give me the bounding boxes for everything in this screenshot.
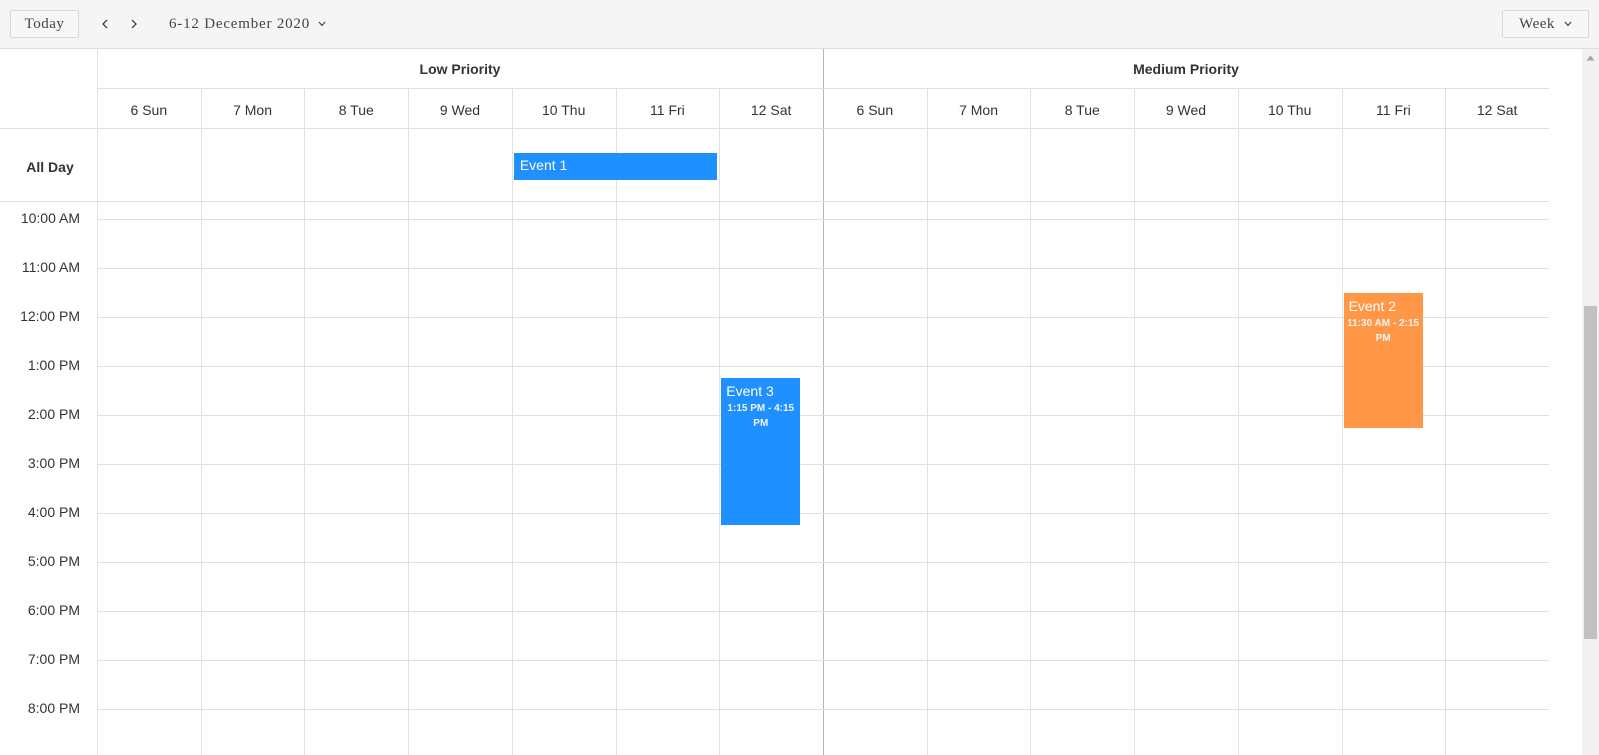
- time-label: 4:00 PM: [27, 504, 80, 520]
- day-header[interactable]: 8 Tue: [304, 89, 408, 130]
- view-switcher-dropdown[interactable]: Week: [1502, 10, 1589, 38]
- header-divider: [97, 128, 1549, 129]
- grid-column-line: [1238, 89, 1239, 755]
- grid-column-line: [201, 89, 202, 755]
- grid-column-line: [512, 89, 513, 755]
- day-header[interactable]: 8 Tue: [1030, 89, 1134, 130]
- day-header[interactable]: 7 Mon: [927, 89, 1031, 130]
- day-header[interactable]: 9 Wed: [408, 89, 512, 130]
- chevron-right-icon: [131, 19, 137, 29]
- grid-row-line: [97, 562, 1549, 563]
- all-day-divider: [0, 201, 1549, 202]
- event-event-3[interactable]: Event 3 1:15 PM - 4:15 PM: [721, 378, 801, 525]
- grid-column-line: [927, 89, 928, 755]
- scheduler-toolbar: Today 6-12 December 2020 Week: [0, 0, 1599, 49]
- time-label: 1:00 PM: [27, 357, 80, 373]
- chevron-down-icon: [1564, 21, 1572, 27]
- header-divider: [0, 128, 97, 129]
- time-label: 10:00 AM: [20, 210, 80, 226]
- day-header[interactable]: 11 Fri: [616, 89, 720, 130]
- day-header[interactable]: 6 Sun: [823, 89, 927, 130]
- grid-column-line: [1445, 89, 1446, 755]
- grid-column-line: [97, 49, 98, 755]
- header-divider: [97, 88, 1549, 89]
- scheduler-grid: All Day Low Priority 6 Sun 7 Mon 8 Tue 9 Wed…: [0, 49, 1582, 755]
- date-range-label: 6-12 December 2020: [169, 15, 311, 32]
- grid-column-line: [719, 89, 720, 755]
- time-label: 7:00 PM: [27, 651, 80, 667]
- event-title: Event 1: [519, 157, 568, 173]
- grid-row-line: [97, 660, 1549, 661]
- day-header[interactable]: 10 Thu: [512, 89, 616, 130]
- grid-column-line: [1030, 89, 1031, 755]
- grid-row-line: [97, 464, 1549, 465]
- event-time-range: 11:30 AM - 2:15 PM: [1347, 318, 1419, 344]
- grid-row-line: [97, 366, 1549, 367]
- day-header[interactable]: 6 Sun: [97, 89, 201, 130]
- previous-period-button[interactable]: [95, 12, 115, 36]
- all-day-label: All Day: [26, 159, 74, 175]
- view-switcher-label: Week: [1519, 15, 1555, 32]
- time-label: 6:00 PM: [27, 602, 80, 618]
- event-event-1[interactable]: Event 1: [513, 153, 718, 180]
- grid-column-line: [408, 89, 409, 755]
- scroll-up-arrow-icon[interactable]: [1586, 55, 1595, 61]
- vertical-scrollbar[interactable]: [1582, 49, 1599, 755]
- grid-column-line: [304, 89, 305, 755]
- grid-column-line: [616, 89, 617, 755]
- chevron-left-icon: [102, 19, 108, 29]
- event-title: Event 2: [1348, 298, 1397, 314]
- event-event-2[interactable]: Event 2 11:30 AM - 2:15 PM: [1343, 293, 1423, 428]
- grid-row-line: [97, 513, 1549, 514]
- time-label: 5:00 PM: [27, 553, 80, 569]
- time-label: 11:00 AM: [21, 259, 80, 275]
- today-button[interactable]: Today: [10, 10, 79, 38]
- time-label: 12:00 PM: [20, 308, 80, 324]
- grid-row-line: [97, 611, 1549, 612]
- scrollbar-thumb[interactable]: [1584, 306, 1597, 639]
- group-header-low-priority: Low Priority: [419, 61, 501, 77]
- grid-row-line: [97, 415, 1549, 416]
- time-label: 8:00 PM: [27, 700, 80, 716]
- day-header[interactable]: 12 Sat: [719, 89, 823, 130]
- day-header[interactable]: 10 Thu: [1238, 89, 1342, 130]
- day-header[interactable]: 9 Wed: [1134, 89, 1238, 130]
- day-header[interactable]: 12 Sat: [1445, 89, 1549, 130]
- chevron-down-icon: [318, 21, 326, 27]
- time-label: 3:00 PM: [27, 455, 80, 471]
- grid-row-line: [97, 219, 1549, 220]
- date-range-picker[interactable]: 6-12 December 2020: [169, 12, 326, 36]
- day-header[interactable]: 11 Fri: [1342, 89, 1446, 130]
- grid-row-line: [97, 268, 1549, 269]
- day-header[interactable]: 7 Mon: [201, 89, 305, 130]
- group-divider: [823, 49, 824, 755]
- grid-row-line: [97, 317, 1549, 318]
- grid-row-line: [97, 709, 1549, 710]
- time-label: 2:00 PM: [27, 406, 80, 422]
- next-period-button[interactable]: [124, 12, 144, 36]
- grid-column-line: [1134, 89, 1135, 755]
- event-title: Event 3: [726, 383, 774, 399]
- group-header-medium-priority: Medium Priority: [1133, 61, 1239, 77]
- event-time-range: 1:15 PM - 4:15 PM: [727, 403, 795, 429]
